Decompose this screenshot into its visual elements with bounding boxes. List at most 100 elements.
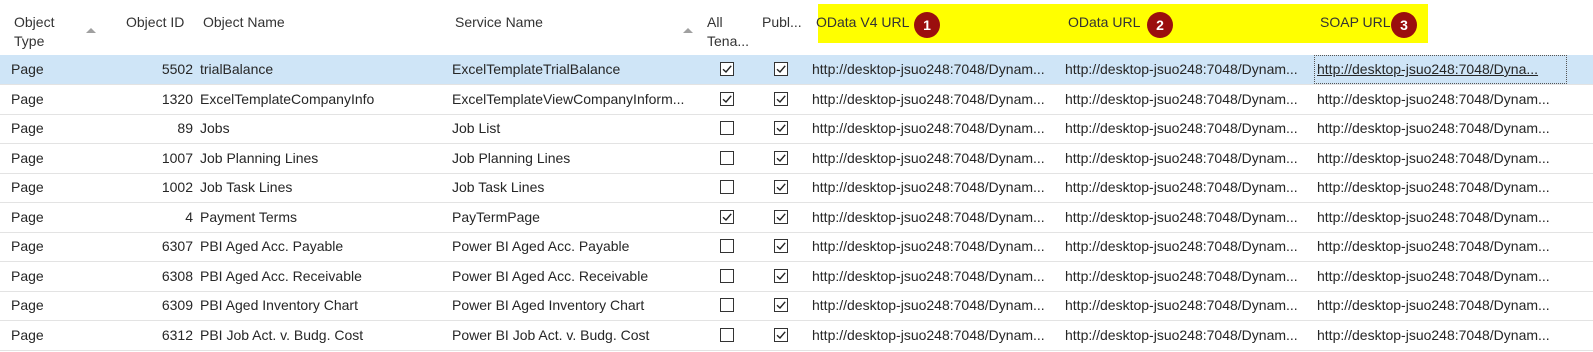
object-name-cell: PBI Aged Acc. Receivable <box>200 267 362 284</box>
all-tenants-checkbox[interactable] <box>720 209 734 224</box>
all-tenants-checkbox[interactable] <box>720 180 734 194</box>
odata-url-cell[interactable]: http://desktop-jsuo248:7048/Dynam... <box>1065 85 1317 114</box>
object-type-cell: Page <box>11 267 44 284</box>
object-id-cell: 6312 <box>161 326 193 343</box>
object-id-cell: 4 <box>185 208 193 225</box>
odata-v4-url-cell[interactable]: http://desktop-jsuo248:7048/Dynam... <box>812 321 1064 350</box>
odata-url-cell[interactable]: http://desktop-jsuo248:7048/Dynam... <box>1065 144 1317 173</box>
table-row[interactable]: Page 1002 Job Task Lines Job Task Lines http… <box>0 173 1593 203</box>
object-name-cell: PBI Aged Inventory Chart <box>200 297 358 313</box>
service-name-cell: Power BI Aged Acc. Receivable <box>452 267 649 284</box>
service-name-cell: PayTermPage <box>452 208 540 225</box>
all-tenants-checkbox[interactable] <box>720 62 734 76</box>
grid-header: Object Type Object ID Object Name Servic… <box>0 0 1593 56</box>
object-id-cell: 1007 <box>161 149 193 166</box>
header-object-type[interactable]: Object Type <box>14 13 54 51</box>
header-odata-url[interactable]: OData URL <box>1068 13 1140 32</box>
odata-url-cell[interactable]: http://desktop-jsuo248:7048/Dynam... <box>1065 321 1317 350</box>
odata-v4-url-cell[interactable]: http://desktop-jsuo248:7048/Dynam... <box>812 173 1064 202</box>
object-id-cell: 6309 <box>161 297 193 313</box>
table-row[interactable]: Page 1320 ExcelTemplateCompanyInfo ExcelTem… <box>0 85 1593 115</box>
table-row[interactable]: Page 4 Payment Terms PayTermPage http://desk… <box>0 203 1593 233</box>
odata-v4-url-cell[interactable]: http://desktop-jsuo248:7048/Dynam... <box>812 114 1064 143</box>
published-checkbox[interactable] <box>774 268 788 283</box>
odata-url-cell[interactable]: http://desktop-jsuo248:7048/Dynam... <box>1065 173 1317 202</box>
odata-v4-url-cell[interactable]: http://desktop-jsuo248:7048/Dynam... <box>812 144 1064 173</box>
object-id-cell: 1002 <box>161 179 193 195</box>
table-row[interactable]: Page 6312 PBI Job Act. v. Budg. Cost Power … <box>0 321 1593 351</box>
soap-url-cell[interactable]: http://desktop-jsuo248:7048/Dynam... <box>1317 173 1569 202</box>
sort-ascending-icon <box>86 28 96 33</box>
odata-v4-url-cell[interactable]: http://desktop-jsuo248:7048/Dynam... <box>812 203 1064 232</box>
header-object-id[interactable]: Object ID <box>126 13 184 32</box>
odata-url-cell[interactable]: http://desktop-jsuo248:7048/Dynam... <box>1065 262 1317 291</box>
callout-badge-2: 2 <box>1147 12 1173 38</box>
object-id-cell: 6307 <box>161 238 193 254</box>
odata-url-cell[interactable]: http://desktop-jsuo248:7048/Dynam... <box>1065 291 1317 320</box>
table-row[interactable]: Page 1007 Job Planning Lines Job Planning L… <box>0 144 1593 174</box>
odata-url-cell[interactable]: http://desktop-jsuo248:7048/Dynam... <box>1065 114 1317 143</box>
soap-url-cell[interactable]: http://desktop-jsuo248:7048/Dyna... <box>1314 55 1567 84</box>
published-checkbox[interactable] <box>774 327 788 342</box>
header-all-tenants[interactable]: All Tena... <box>707 13 749 51</box>
published-checkbox[interactable] <box>774 298 788 312</box>
all-tenants-checkbox[interactable] <box>720 298 734 312</box>
soap-url-cell[interactable]: http://desktop-jsuo248:7048/Dynam... <box>1317 262 1569 291</box>
object-type-cell: Page <box>11 297 44 313</box>
header-service-name[interactable]: Service Name <box>455 13 543 32</box>
callout-badge-1: 1 <box>914 12 940 38</box>
odata-v4-url-cell[interactable]: http://desktop-jsuo248:7048/Dynam... <box>812 55 1064 84</box>
service-name-cell: Power BI Job Act. v. Budg. Cost <box>452 326 650 343</box>
all-tenants-checkbox[interactable] <box>720 268 734 283</box>
soap-url-cell[interactable]: http://desktop-jsuo248:7048/Dynam... <box>1317 144 1569 173</box>
all-tenants-checkbox[interactable] <box>720 327 734 342</box>
header-object-name[interactable]: Object Name <box>203 13 285 32</box>
object-type-cell: Page <box>11 120 44 136</box>
published-checkbox[interactable] <box>774 180 788 194</box>
object-name-cell: Job Planning Lines <box>200 149 319 166</box>
soap-url-cell[interactable]: http://desktop-jsuo248:7048/Dynam... <box>1317 291 1569 320</box>
published-checkbox[interactable] <box>774 209 788 224</box>
table-row[interactable]: Page 5502 trialBalance ExcelTemplateTrialBa… <box>0 55 1593 85</box>
header-soap-url[interactable]: SOAP URL <box>1320 13 1391 32</box>
table-row[interactable]: Page 6308 PBI Aged Acc. Receivable Power BI… <box>0 262 1593 292</box>
all-tenants-checkbox[interactable] <box>720 239 734 253</box>
odata-url-cell[interactable]: http://desktop-jsuo248:7048/Dynam... <box>1065 203 1317 232</box>
odata-url-cell[interactable]: http://desktop-jsuo248:7048/Dynam... <box>1065 55 1317 84</box>
odata-url-cell[interactable]: http://desktop-jsuo248:7048/Dynam... <box>1065 232 1317 261</box>
soap-url-cell[interactable]: http://desktop-jsuo248:7048/Dynam... <box>1317 232 1569 261</box>
published-checkbox[interactable] <box>774 62 788 76</box>
header-published[interactable]: Publ... <box>762 13 802 32</box>
all-tenants-checkbox[interactable] <box>720 121 734 135</box>
soap-url-cell[interactable]: http://desktop-jsuo248:7048/Dynam... <box>1317 85 1569 114</box>
service-name-cell: Job Task Lines <box>452 179 545 195</box>
published-checkbox[interactable] <box>774 239 788 253</box>
object-type-cell: Page <box>11 90 44 107</box>
soap-url-cell[interactable]: http://desktop-jsuo248:7048/Dynam... <box>1317 203 1569 232</box>
header-odata-v4-url[interactable]: OData V4 URL <box>816 13 909 32</box>
odata-v4-url-cell[interactable]: http://desktop-jsuo248:7048/Dynam... <box>812 291 1064 320</box>
all-tenants-checkbox[interactable] <box>720 150 734 165</box>
service-name-cell: ExcelTemplateTrialBalance <box>452 61 621 77</box>
service-name-cell: Job Planning Lines <box>452 149 571 166</box>
soap-url-cell[interactable]: http://desktop-jsuo248:7048/Dynam... <box>1317 321 1569 350</box>
object-id-cell: 1320 <box>161 90 193 107</box>
all-tenants-checkbox[interactable] <box>720 91 734 106</box>
service-name-cell: Power BI Aged Acc. Payable <box>452 238 630 254</box>
published-checkbox[interactable] <box>774 121 788 135</box>
table-row[interactable]: Page 6307 PBI Aged Acc. Payable Power BI Ag… <box>0 232 1593 262</box>
object-type-cell: Page <box>11 61 44 77</box>
odata-v4-url-cell[interactable]: http://desktop-jsuo248:7048/Dynam... <box>812 85 1064 114</box>
table-row[interactable]: Page 89 Jobs Job List http://desktop-jsuo248… <box>0 114 1593 144</box>
odata-v4-url-cell[interactable]: http://desktop-jsuo248:7048/Dynam... <box>812 262 1064 291</box>
object-type-cell: Page <box>11 326 44 343</box>
object-name-cell: Jobs <box>200 120 230 136</box>
table-row[interactable]: Page 6309 PBI Aged Inventory Chart Power BI… <box>0 291 1593 321</box>
object-name-cell: PBI Job Act. v. Budg. Cost <box>200 326 364 343</box>
soap-url-cell[interactable]: http://desktop-jsuo248:7048/Dynam... <box>1317 114 1569 143</box>
published-checkbox[interactable] <box>774 150 788 165</box>
published-checkbox[interactable] <box>774 91 788 106</box>
odata-v4-url-cell[interactable]: http://desktop-jsuo248:7048/Dynam... <box>812 232 1064 261</box>
sort-ascending-icon <box>683 28 693 33</box>
service-name-cell: ExcelTemplateViewCompanyInform... <box>452 90 685 107</box>
